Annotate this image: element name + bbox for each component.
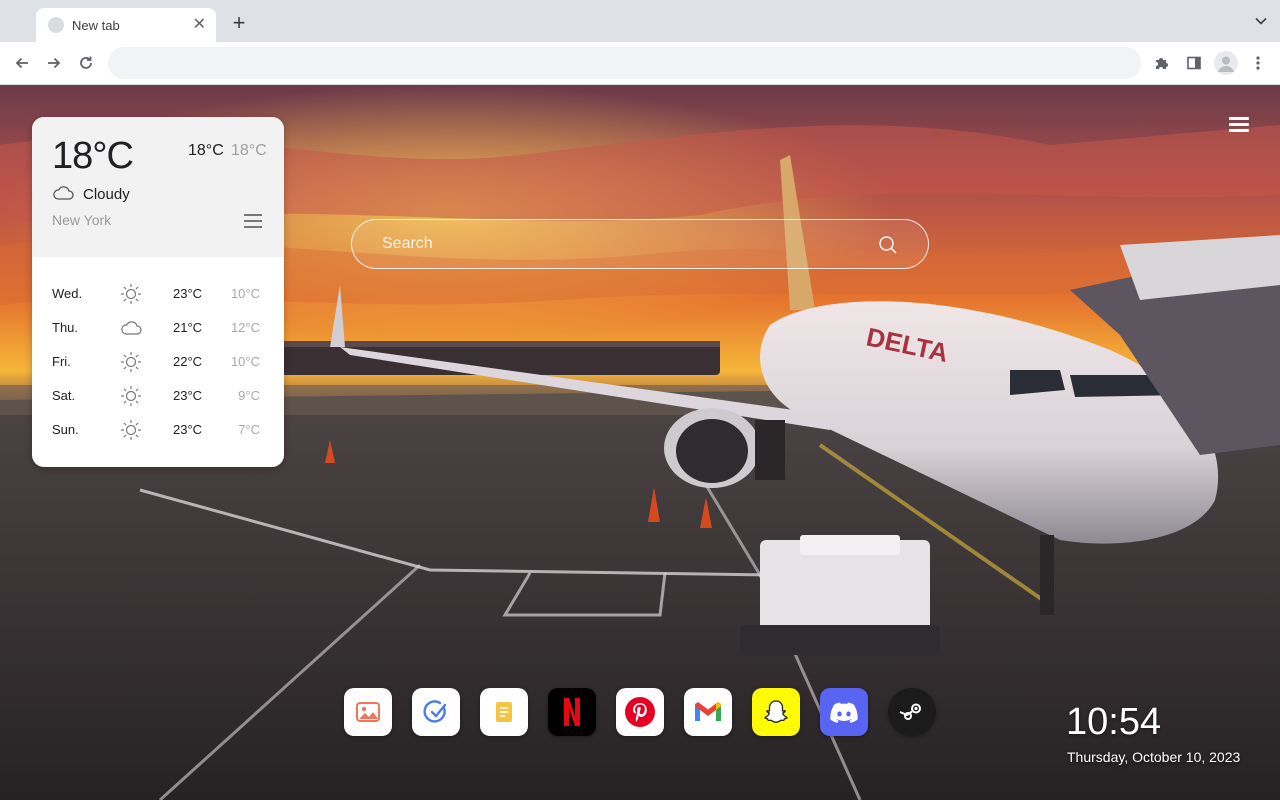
chevron-down-icon[interactable]	[1254, 14, 1268, 28]
new-tab-page: DELTA 18°C 18°C 18°C Cloudy New York Wed…	[0, 85, 1280, 800]
weather-current: 18°C 18°C 18°C Cloudy New York	[32, 117, 284, 257]
notes-icon[interactable]	[480, 688, 528, 736]
forecast-day: Wed.	[52, 286, 83, 301]
gmail-icon[interactable]	[684, 688, 732, 736]
app-dock	[344, 688, 936, 736]
pinterest-icon[interactable]	[616, 688, 664, 736]
tab-title: New tab	[72, 17, 120, 33]
search-icon[interactable]	[878, 235, 898, 255]
tab-strip: New tab ✕ +	[0, 0, 1280, 42]
clock-date: Thursday, October 10, 2023	[1067, 749, 1241, 765]
address-bar[interactable]	[108, 47, 1141, 79]
forecast-low: 7°C	[238, 422, 260, 437]
forecast-day: Sat.	[52, 388, 76, 403]
forecast-high: 22°C	[173, 354, 203, 369]
weather-condition: Cloudy	[83, 186, 130, 203]
back-button[interactable]	[11, 52, 33, 74]
new-tab-button[interactable]: +	[228, 12, 250, 34]
forecast-day: Thu.	[52, 320, 79, 335]
cloud-icon	[53, 186, 74, 200]
today-high: 18°C	[188, 142, 224, 159]
tab-close-icon[interactable]: ✕	[193, 17, 206, 33]
back-arrow-icon	[15, 57, 28, 69]
sun-icon	[121, 386, 141, 406]
sun-icon	[121, 352, 141, 372]
forecast-low: 12°C	[230, 320, 260, 335]
page-menu-button[interactable]	[1229, 117, 1249, 133]
weather-menu-icon[interactable]	[244, 214, 262, 228]
forecast-low: 10°C	[230, 286, 260, 301]
forecast-day: Sun.	[52, 422, 79, 437]
forecast-row: Wed. 23°C 10°C	[32, 283, 284, 317]
today-low: 18°C	[231, 142, 267, 159]
sun-icon	[121, 420, 141, 440]
weather-forecast: Wed. 23°C 10°C Thu. 21°C 12°C Fri. 22°C …	[32, 257, 284, 453]
snapchat-icon[interactable]	[752, 688, 800, 736]
check-circle-icon[interactable]	[412, 688, 460, 736]
forecast-high: 23°C	[173, 388, 203, 403]
current-temperature: 18°C	[52, 135, 134, 177]
cloud-icon	[121, 321, 142, 335]
sun-icon	[121, 284, 141, 304]
clock-time: 10:54	[1066, 701, 1162, 743]
forecast-row: Thu. 21°C 12°C	[32, 317, 284, 351]
discord-icon[interactable]	[820, 688, 868, 736]
profile-avatar-icon[interactable]	[1214, 51, 1238, 75]
search-input[interactable]	[382, 220, 862, 267]
weather-city[interactable]: New York	[52, 212, 111, 228]
forecast-row: Sat. 23°C 9°C	[32, 385, 284, 419]
tab-favicon-icon	[48, 17, 64, 33]
forecast-high: 23°C	[173, 286, 203, 301]
side-panel-button[interactable]	[1183, 52, 1205, 74]
more-vert-icon	[1256, 56, 1260, 70]
weather-widget[interactable]: 18°C 18°C 18°C Cloudy New York Wed. 23°C…	[32, 117, 284, 467]
side-panel-icon	[1187, 56, 1201, 70]
forward-arrow-icon	[48, 57, 61, 69]
forward-button[interactable]	[43, 52, 65, 74]
gallery-icon[interactable]	[344, 688, 392, 736]
browser-toolbar	[0, 42, 1280, 85]
reload-icon	[80, 56, 92, 69]
forecast-row: Fri. 22°C 10°C	[32, 351, 284, 385]
forecast-low: 9°C	[238, 388, 260, 403]
netflix-icon[interactable]	[548, 688, 596, 736]
puzzle-icon	[1156, 58, 1168, 69]
forecast-high: 23°C	[173, 422, 203, 437]
steam-icon[interactable]	[888, 688, 936, 736]
extensions-button[interactable]	[1151, 52, 1173, 74]
forecast-row: Sun. 23°C 7°C	[32, 419, 284, 453]
reload-button[interactable]	[75, 52, 97, 74]
more-menu-button[interactable]	[1247, 52, 1269, 74]
search-box	[351, 219, 929, 269]
forecast-high: 21°C	[173, 320, 203, 335]
tab-new-tab[interactable]: New tab ✕	[36, 8, 216, 42]
forecast-low: 10°C	[230, 354, 260, 369]
forecast-day: Fri.	[52, 354, 71, 369]
